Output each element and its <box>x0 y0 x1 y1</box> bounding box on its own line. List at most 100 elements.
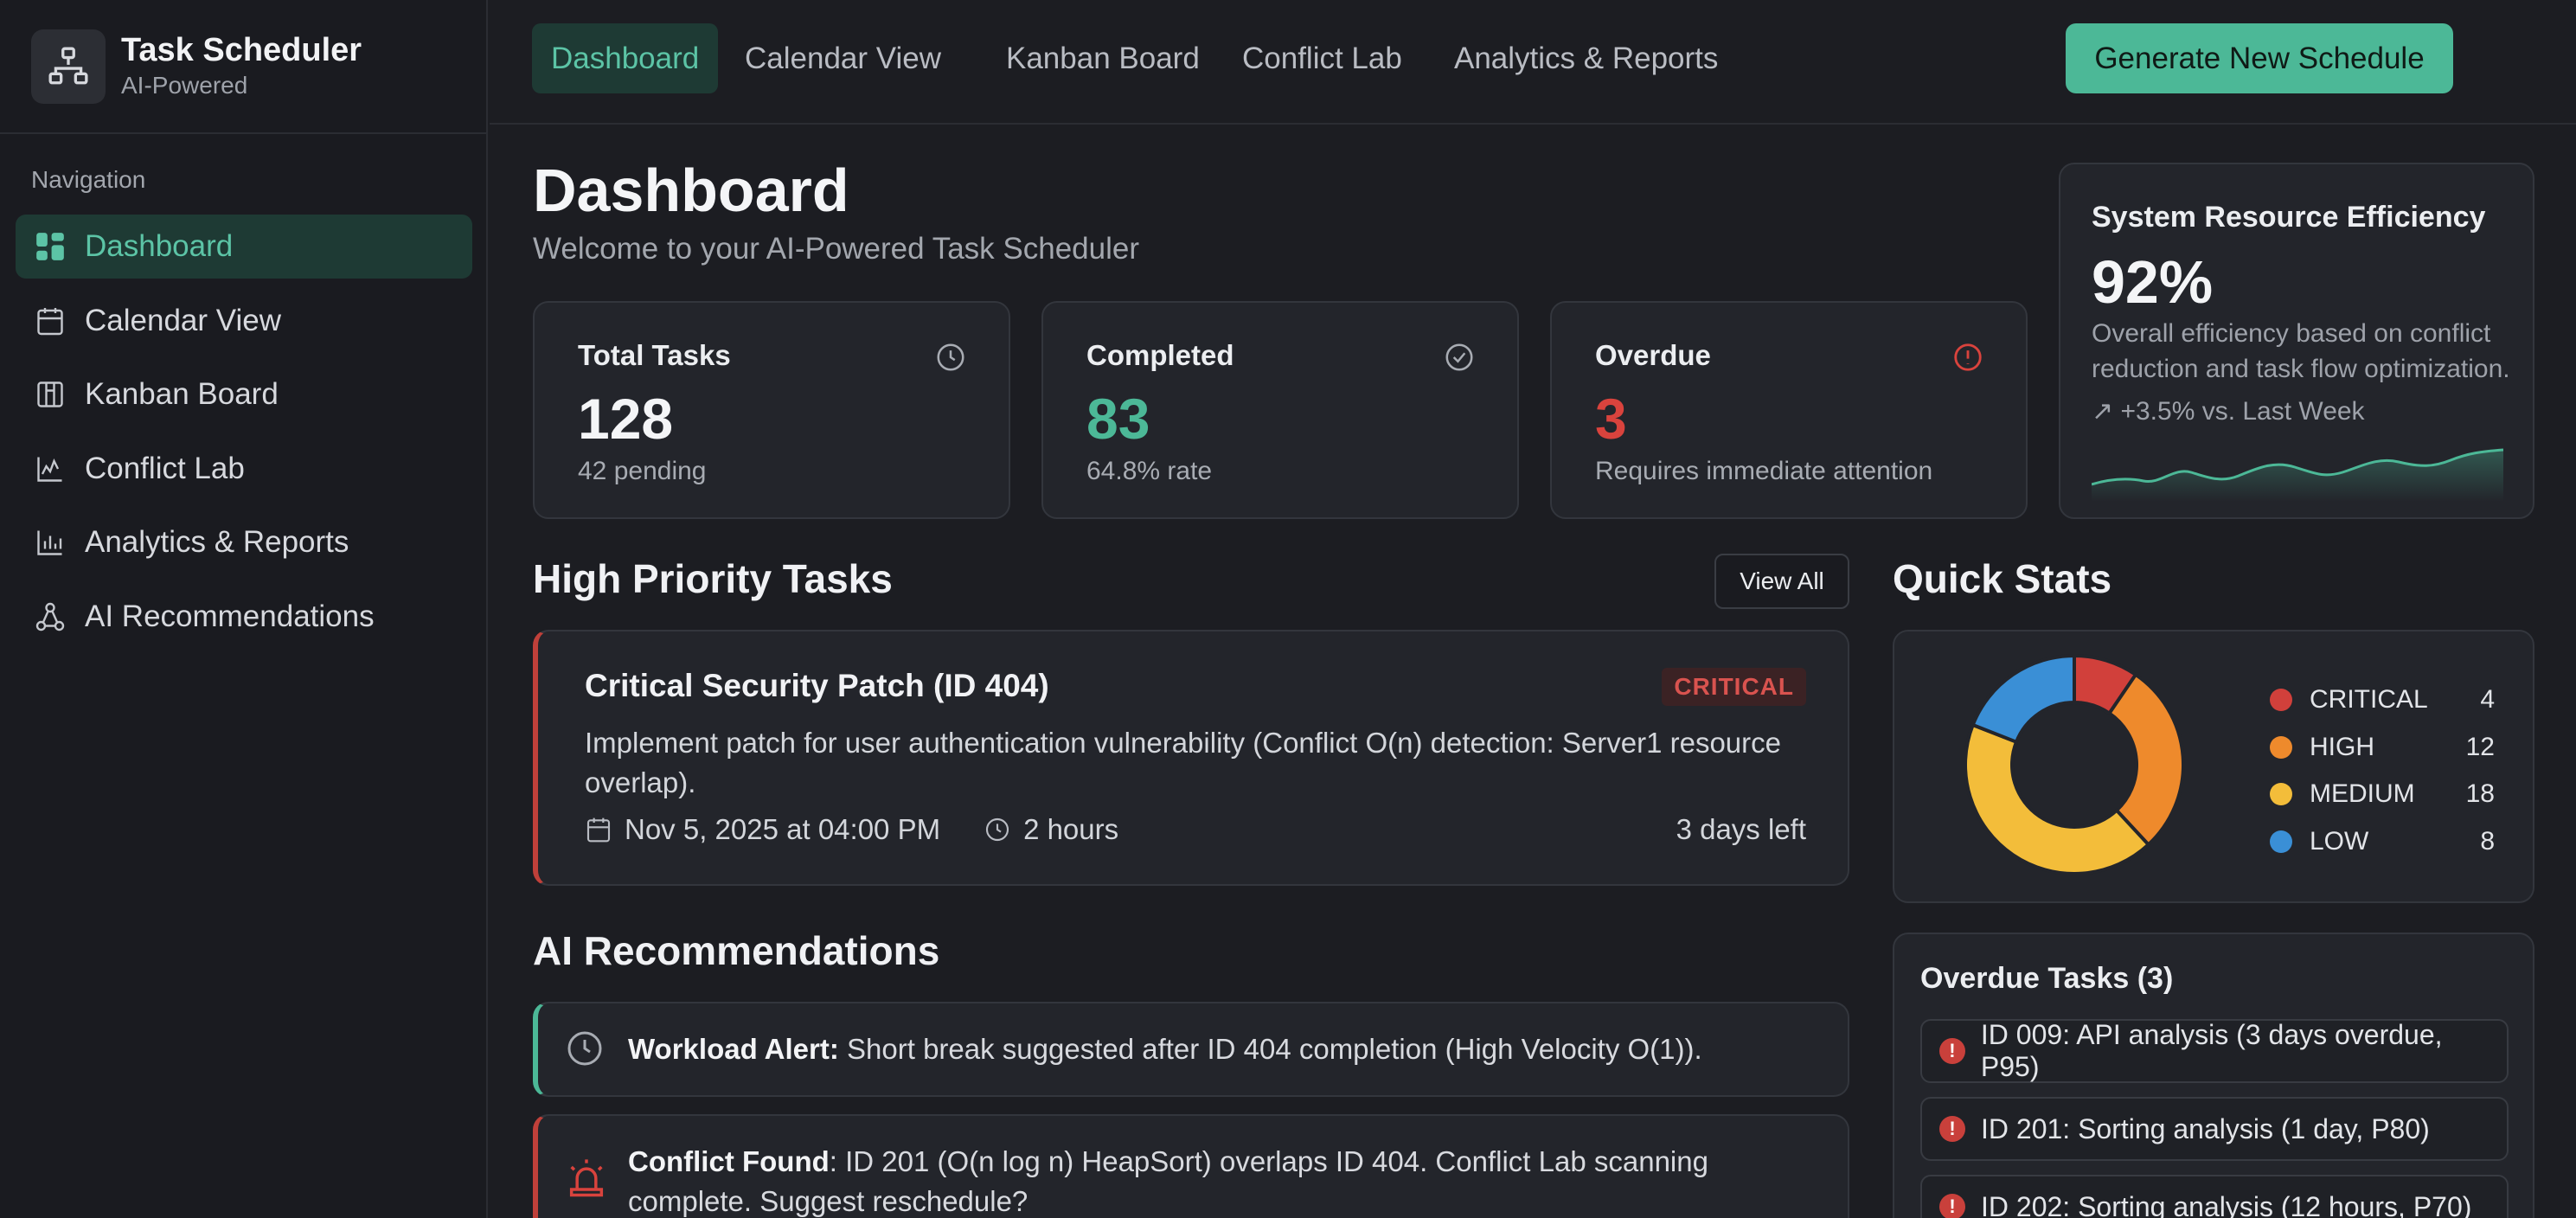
sidebar-nav: Dashboard Calendar View Kanban Board Con… <box>16 215 472 658</box>
quick-stats-card: CRITICAL 4 HIGH 12 MEDIUM 18 LOW 8 <box>1893 630 2534 903</box>
page-title: Dashboard <box>533 157 849 224</box>
stat-note: Requires immediate attention <box>1595 457 1933 485</box>
stat-card-completed: Completed 83 64.8% rate <box>1041 301 1519 519</box>
legend-dot <box>2270 689 2292 712</box>
stat-value: 83 <box>1086 387 1150 451</box>
view-all-button[interactable]: View All <box>1714 554 1849 609</box>
stat-value: 128 <box>578 387 674 451</box>
sidebar-item-ai-recommendations[interactable]: AI Recommendations <box>16 585 472 649</box>
overdue-tasks-card: Overdue Tasks (3) ! ID 009: API analysis… <box>1893 933 2534 1218</box>
app-title: Task Scheduler <box>121 31 362 68</box>
sidebar: Task Scheduler AI-Powered Navigation Das… <box>0 0 488 1218</box>
overdue-item-text: ID 009: API analysis (3 days overdue, P9… <box>1980 1019 2443 1082</box>
recommendation-text: Conflict Found: ID 201 (O(n log n) HeapS… <box>628 1142 1753 1218</box>
stat-label: Completed <box>1086 339 1234 371</box>
dashboard-icon <box>33 229 67 264</box>
calendar-icon <box>586 817 611 843</box>
clock-icon <box>985 817 1009 842</box>
legend-label: MEDIUM <box>2310 779 2415 809</box>
overdue-item-text: ID 201: Sorting analysis (1 day, P80) <box>1981 1112 2430 1144</box>
tab-dashboard[interactable]: Dashboard <box>532 23 719 93</box>
task-title: Critical Security Patch (ID 404) <box>585 668 1049 703</box>
overdue-item[interactable]: ! ID 202: Sorting analysis (12 hours, P7… <box>1920 1175 2509 1218</box>
conflict-lab-icon <box>33 452 67 486</box>
legend-count: 8 <box>2480 826 2495 856</box>
legend-row-low: LOW 8 <box>2270 818 2495 866</box>
legend-row-medium: MEDIUM 18 <box>2270 771 2495 818</box>
siren-icon <box>564 1156 609 1201</box>
sidebar-item-label: Conflict Lab <box>85 451 245 485</box>
stat-label: Total Tasks <box>578 339 731 371</box>
legend-row-critical: CRITICAL 4 <box>2270 676 2495 724</box>
recommendation-heading: Conflict Found <box>628 1145 830 1177</box>
priority-task-card[interactable]: Critical Security Patch (ID 404) CRITICA… <box>533 630 1849 886</box>
sidebar-item-dashboard[interactable]: Dashboard <box>16 215 472 279</box>
recommendation-text: Workload Alert: Short break suggested af… <box>628 1029 1753 1069</box>
recommendation-card[interactable]: Workload Alert: Short break suggested af… <box>533 1002 1849 1097</box>
sidebar-item-calendar[interactable]: Calendar View <box>16 289 472 353</box>
sidebar-item-kanban[interactable]: Kanban Board <box>16 362 472 426</box>
stat-note: 42 pending <box>578 457 707 485</box>
high-priority-title: High Priority Tasks <box>533 556 893 601</box>
donut-slice-low <box>1970 653 2076 745</box>
priority-legend: CRITICAL 4 HIGH 12 MEDIUM 18 LOW 8 <box>2270 676 2495 865</box>
tab-kanban-board[interactable]: Kanban Board <box>987 23 1219 93</box>
legend-dot <box>2270 735 2292 759</box>
alert-circle-icon <box>1951 341 1984 374</box>
task-duration: 2 hours <box>984 813 1118 846</box>
efficiency-sparkline <box>2092 448 2503 502</box>
overdue-title: Overdue Tasks (3) <box>1920 962 2174 995</box>
sidebar-item-label: Kanban Board <box>85 377 279 411</box>
efficiency-title: System Resource Efficiency <box>2092 201 2486 234</box>
analytics-icon <box>33 525 67 560</box>
legend-label: CRITICAL <box>2310 685 2428 715</box>
tab-calendar-view[interactable]: Calendar View <box>726 23 960 93</box>
stat-label: Overdue <box>1595 339 1711 371</box>
task-remaining: 3 days left <box>1676 813 1806 845</box>
priority-donut-chart <box>1964 653 2185 875</box>
stat-card-total-tasks: Total Tasks 128 42 pending <box>533 301 1010 519</box>
brand: Task Scheduler AI-Powered <box>0 0 486 134</box>
ai-network-icon <box>33 599 67 634</box>
calendar-icon <box>33 304 67 338</box>
stat-value: 3 <box>1595 387 1627 451</box>
legend-label: HIGH <box>2310 732 2374 761</box>
legend-dot <box>2270 783 2292 806</box>
efficiency-card: System Resource Efficiency 92% Overall e… <box>2059 163 2534 519</box>
task-meta: Nov 5, 2025 at 04:00 PM 2 hours <box>585 813 1162 846</box>
efficiency-description: Overall efficiency based on conflict red… <box>2092 319 2510 383</box>
efficiency-trend: ↗ +3.5% vs. Last Week <box>2092 397 2365 426</box>
alert-icon: ! <box>1939 1194 1965 1218</box>
check-circle-icon <box>1443 341 1476 374</box>
tab-analytics-reports[interactable]: Analytics & Reports <box>1435 23 1737 93</box>
tab-conflict-lab[interactable]: Conflict Lab <box>1223 23 1421 93</box>
overdue-item[interactable]: ! ID 009: API analysis (3 days overdue, … <box>1920 1019 2509 1083</box>
sidebar-item-conflict-lab[interactable]: Conflict Lab <box>16 437 472 501</box>
recommendation-card[interactable]: Conflict Found: ID 201 (O(n log n) HeapS… <box>533 1114 1849 1218</box>
legend-count: 4 <box>2480 685 2495 715</box>
task-date-text: Nov 5, 2025 at 04:00 PM <box>625 813 941 845</box>
efficiency-value: 92% <box>2092 248 2214 316</box>
donut-slice-medium <box>1964 722 2151 875</box>
task-description: Implement patch for user authentication … <box>585 727 1781 799</box>
page-subtitle: Welcome to your AI-Powered Task Schedule… <box>533 232 1139 266</box>
sidebar-item-label: AI Recommendations <box>85 599 375 633</box>
generate-schedule-button[interactable]: Generate New Schedule <box>2066 23 2453 93</box>
legend-dot <box>2270 830 2292 853</box>
quick-stats-title: Quick Stats <box>1893 556 2112 601</box>
clock-icon <box>564 1028 606 1069</box>
nav-heading: Navigation <box>31 166 146 193</box>
recommendation-body: Short break suggested after ID 404 compl… <box>838 1033 1702 1065</box>
ai-recommendations-title: AI Recommendations <box>533 928 940 973</box>
alert-icon: ! <box>1939 1116 1965 1142</box>
sidebar-item-analytics[interactable]: Analytics & Reports <box>16 510 472 574</box>
sidebar-item-label: Analytics & Reports <box>85 525 349 559</box>
legend-row-high: HIGH 12 <box>2270 724 2495 772</box>
legend-count: 18 <box>2465 779 2495 809</box>
stat-card-overdue: Overdue 3 Requires immediate attention <box>1550 301 2028 519</box>
recommendation-heading: Workload Alert: <box>628 1033 839 1065</box>
clock-icon <box>934 341 967 374</box>
kanban-icon <box>33 377 67 412</box>
stat-note: 64.8% rate <box>1086 457 1213 485</box>
overdue-item[interactable]: ! ID 201: Sorting analysis (1 day, P80) <box>1920 1097 2509 1161</box>
